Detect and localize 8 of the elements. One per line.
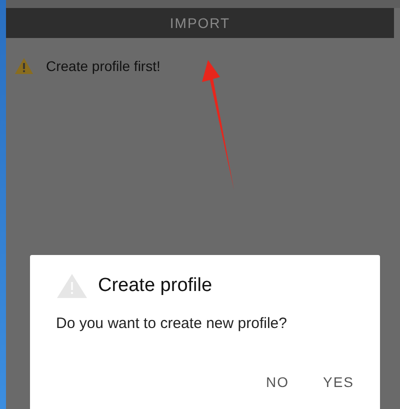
header-title: IMPORT (170, 15, 230, 31)
dialog-title: Create profile (98, 275, 212, 297)
dialog-message: Do you want to create new profile? (56, 315, 288, 332)
warning-icon (14, 57, 34, 75)
dialog-button[interactable]: YES (314, 370, 362, 394)
notice-text: Create profile first! (46, 58, 160, 74)
dialog-button[interactable]: NO (258, 370, 297, 394)
warning-icon (56, 273, 88, 299)
